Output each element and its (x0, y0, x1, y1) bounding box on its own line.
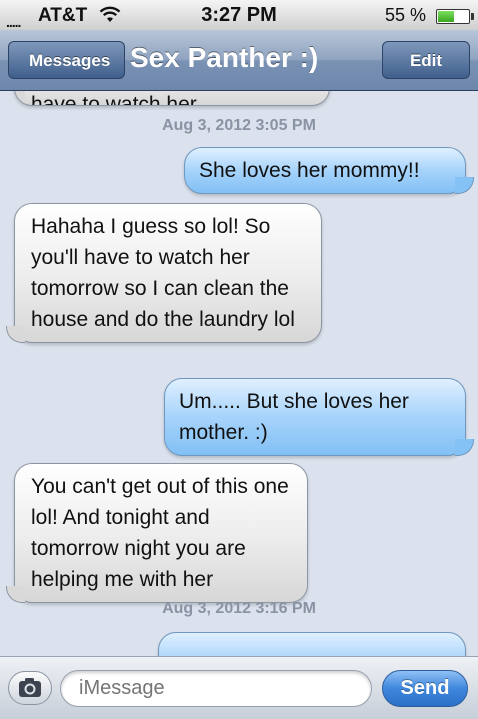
message-text: Um..... But she loves her mother. :) (179, 390, 409, 444)
battery-level (438, 11, 454, 22)
send-button[interactable]: Send (382, 670, 468, 707)
edit-button[interactable]: Edit (382, 41, 470, 79)
imessage-input[interactable] (60, 670, 372, 707)
camera-button[interactable] (8, 671, 52, 705)
camera-icon (19, 678, 41, 697)
message-thread[interactable]: Haha I guess so lol! So you'll have to w… (0, 91, 478, 656)
timestamp: Aug 3, 2012 3:05 PM (162, 117, 316, 134)
message-bubble-outgoing[interactable] (158, 632, 466, 656)
back-button-label[interactable]: Messages (8, 41, 125, 79)
battery-icon (436, 9, 474, 24)
message-bubble-outgoing[interactable]: She loves her mommy!! (184, 147, 474, 194)
conversation-title: Sex Panther :) (130, 42, 319, 73)
message-bubble-incoming[interactable]: You can't get out of this one lol! And t… (6, 463, 308, 603)
message-bubble-incoming[interactable]: Haha I guess so lol! So you'll have to w… (14, 91, 330, 106)
navigation-bar: Messages Sex Panther :) Edit (0, 30, 478, 91)
message-text: You can't get out of this one lol! And t… (31, 475, 289, 591)
message-text: Haha I guess so lol! So you'll have to w… (31, 93, 197, 106)
message-input-bar: Send (0, 656, 478, 719)
message-bubble-outgoing[interactable]: Um..... But she loves her mother. :) (164, 378, 474, 456)
status-bar: ..... AT&T 3:27 PM 55 % (0, 0, 478, 30)
message-text: She loves her mommy!! (199, 159, 420, 182)
back-button[interactable]: Messages (8, 41, 125, 79)
timestamp: Aug 3, 2012 3:16 PM (162, 600, 316, 617)
message-bubble-incoming[interactable]: Hahaha I guess so lol! So you'll have to… (6, 203, 322, 343)
message-text: Hahaha I guess so lol! So you'll have to… (31, 215, 295, 331)
battery-percent: 55 % (384, 5, 426, 25)
